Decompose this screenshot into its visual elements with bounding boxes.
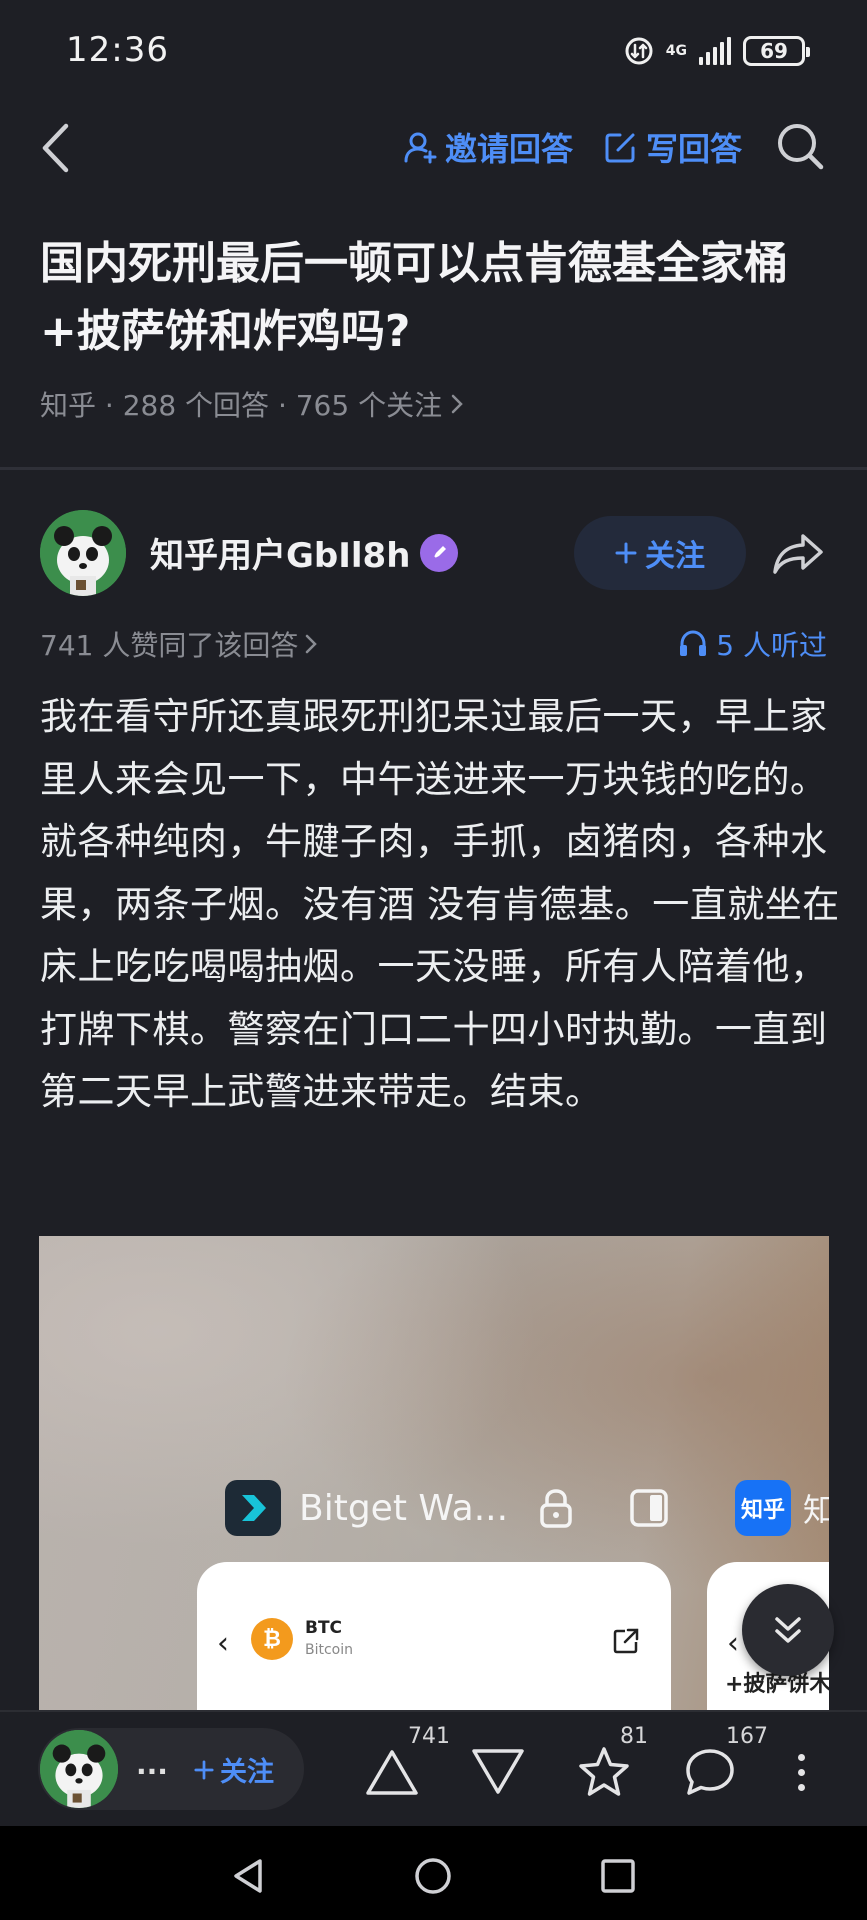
listen-count: 5 人听过 <box>716 629 827 662</box>
battery-level: 69 <box>760 39 788 63</box>
panda-avatar-icon <box>40 1730 118 1808</box>
nav-home-button[interactable] <box>403 1846 463 1906</box>
plus-icon <box>194 1759 214 1780</box>
plus-icon <box>615 542 637 564</box>
mini-follow-label: 关注 <box>220 1757 274 1788</box>
follow-label: 关注 <box>645 539 705 574</box>
answer-image[interactable]: Bitget Wa... ‹ ₿ BTC Bitcoin 知乎 知 ‹ +披萨饼… <box>39 1236 829 1710</box>
author-badge-icon <box>420 534 458 572</box>
lock-icon <box>540 1489 572 1528</box>
answer-body: 我在看守所还真跟死刑犯呆过最后一天，早上家里人来会见一下，中午送进来一万块钱的吃… <box>40 695 840 1113</box>
invite-answer-button[interactable]: 邀请回答 <box>403 124 573 170</box>
question-meta[interactable]: 知乎 · 288 个回答 · 765 个关注 <box>40 384 464 424</box>
nav-home-icon <box>415 1858 451 1894</box>
zhihu-logo-icon: 知乎 <box>735 1480 791 1536</box>
upvote-button[interactable]: 741 <box>360 1724 450 1804</box>
comment-bubble-icon <box>686 1749 734 1795</box>
bitcoin-icon: ₿ <box>251 1618 293 1660</box>
author-name[interactable]: 知乎用户GbIl8h <box>150 528 410 577</box>
share-icon <box>773 534 823 574</box>
favorite-count: 81 <box>620 1724 648 1749</box>
triangle-up-icon <box>366 1750 418 1795</box>
recent-app-bitget: Bitget Wa... <box>225 1480 670 1536</box>
status-time: 12:36 <box>66 30 169 70</box>
author-row: 知乎用户GbIl8h 关注 <box>40 510 830 596</box>
status-bar: 12:36 4G 69 <box>0 0 867 110</box>
triangle-down-icon <box>472 1749 524 1794</box>
favorite-button[interactable]: 81 <box>572 1724 648 1804</box>
vote-summary[interactable]: 741 人赞同了该回答 <box>40 624 318 664</box>
external-link-icon <box>613 1628 639 1654</box>
btc-name: Bitcoin <box>305 1642 354 1658</box>
downvote-button[interactable] <box>466 1740 530 1804</box>
panda-avatar-icon <box>40 510 126 596</box>
network-type: 4G <box>665 43 687 59</box>
bitget-app-title: Bitget Wa... <box>299 1487 509 1529</box>
vote-summary-text: 741 人赞同了该回答 <box>40 629 299 662</box>
status-icons: 4G 69 <box>624 36 810 66</box>
chevron-right-icon <box>306 634 318 654</box>
question-meta-text: 知乎 · 288 个回答 · 765 个关注 <box>40 389 443 422</box>
bitget-logo-icon <box>225 1480 281 1536</box>
split-screen-icon <box>630 1489 668 1527</box>
author-avatar[interactable] <box>40 510 126 596</box>
mini-follow-button[interactable]: 关注 <box>194 1750 274 1789</box>
dot-icon <box>797 1753 805 1761</box>
system-nav-bar <box>0 1826 867 1920</box>
more-options-button[interactable] <box>786 1740 816 1804</box>
search-button[interactable] <box>772 118 828 174</box>
nav-back-icon <box>234 1859 262 1893</box>
comment-count: 167 <box>726 1724 768 1749</box>
headphones-icon <box>680 630 707 656</box>
signal-icon <box>699 37 731 65</box>
write-answer-button[interactable]: 写回答 <box>604 124 742 170</box>
edit-icon <box>605 133 635 163</box>
dot-icon <box>797 1783 805 1791</box>
top-nav: 邀请回答 写回答 <box>0 110 867 190</box>
comment-button[interactable]: 167 <box>678 1724 768 1804</box>
question-title[interactable]: 国内死刑最后一顿可以点肯德基全家桶+披萨饼和炸鸡吗? <box>40 230 840 366</box>
search-icon <box>778 124 824 170</box>
scroll-down-button[interactable] <box>742 1584 834 1676</box>
mini-author-name: ... <box>136 1748 168 1781</box>
data-saver-icon <box>625 37 653 65</box>
card-back-icon: ‹ <box>727 1626 739 1661</box>
nav-recents-icon <box>601 1859 635 1893</box>
mini-avatar[interactable] <box>40 1730 118 1808</box>
card-back-icon: ‹ <box>217 1626 229 1661</box>
zhihu-app-title: 知 <box>803 1491 829 1529</box>
btc-symbol: BTC <box>305 1618 343 1638</box>
upvote-count: 741 <box>408 1724 450 1749</box>
write-answer-label: 写回答 <box>646 130 743 168</box>
back-button[interactable] <box>30 116 80 180</box>
dot-icon <box>797 1768 805 1776</box>
nav-back-button[interactable] <box>218 1846 278 1906</box>
battery-icon: 69 <box>743 36 810 66</box>
nav-recents-button[interactable] <box>588 1846 648 1906</box>
double-chevron-down-icon <box>775 1617 801 1643</box>
recent-app-zhihu: 知乎 知 <box>735 1480 829 1536</box>
invite-answer-label: 邀请回答 <box>445 130 574 168</box>
chevron-right-icon <box>451 394 463 414</box>
star-icon <box>579 1747 629 1796</box>
back-arrow-icon <box>42 123 69 173</box>
follow-button[interactable]: 关注 <box>574 516 746 590</box>
listen-button[interactable]: 5 人听过 <box>678 624 827 664</box>
section-divider <box>0 467 867 470</box>
bitget-app-card: ‹ ₿ BTC Bitcoin <box>197 1562 671 1710</box>
invite-user-icon <box>404 132 437 164</box>
author-follow-pill[interactable]: ... 关注 <box>38 1728 304 1810</box>
bottom-toolbar: ... 关注 741 81 167 <box>0 1710 867 1826</box>
share-button[interactable] <box>768 524 828 584</box>
